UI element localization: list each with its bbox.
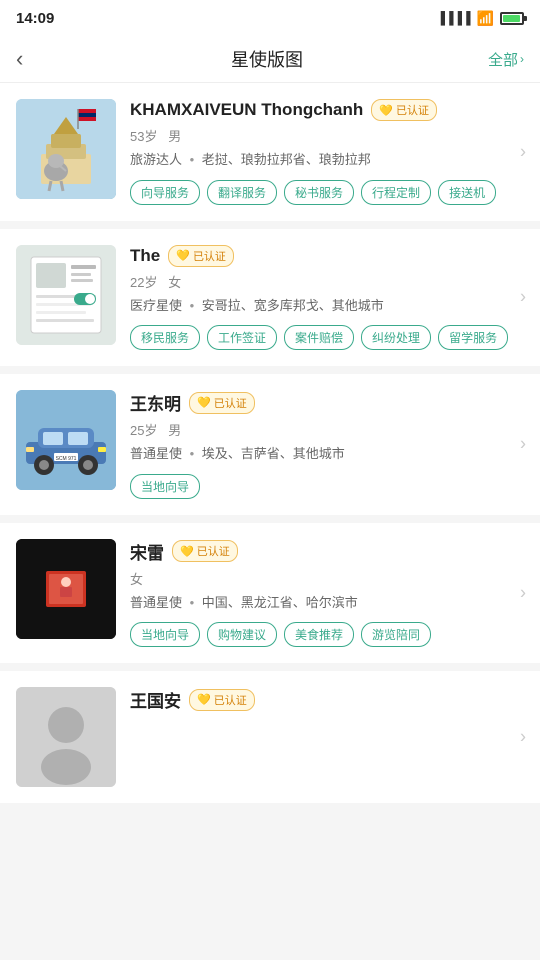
user-name: 王东明 (130, 390, 181, 415)
avatar: SCM 971 (16, 390, 116, 490)
tag: 翻译服务 (207, 180, 277, 205)
verified-icon: 💛 (180, 545, 194, 558)
tag: 当地向导 (130, 474, 200, 499)
user-info: 53岁 男 (130, 126, 524, 145)
tag-list: 当地向导 购物建议 美食推荐 游览陪同 (130, 622, 524, 647)
user-name: 宋雷 (130, 539, 164, 564)
verified-label: 已认证 (193, 248, 226, 264)
user-name: The (130, 246, 160, 266)
name-row: 宋雷 💛 已认证 (130, 539, 524, 564)
verified-icon: 💛 (379, 104, 393, 117)
svg-text:SCM 971: SCM 971 (56, 456, 77, 462)
page-title: 星使版图 (231, 46, 303, 72)
tag: 接送机 (438, 180, 496, 205)
card-content: 王东明 💛 已认证 25岁 男 普通星使 • 埃及、吉萨省、其他城市 当地向导 (130, 390, 524, 499)
header-right-label: 全部 (488, 49, 518, 70)
card-content: The 💛 已认证 22岁 女 医疗星使 • 安哥拉、宽多库邦戈、其他城市 移民… (130, 245, 524, 351)
name-row: 王东明 💛 已认证 (130, 390, 524, 415)
name-row: KHAMXAIVEUN Thongchanh 💛 已认证 (130, 99, 524, 121)
verified-badge: 💛 已认证 (371, 99, 437, 121)
tag-list: 移民服务 工作签证 案件赔偿 纠纷处理 留学服务 (130, 325, 524, 350)
verified-badge: 💛 已认证 (168, 245, 234, 267)
header-right-button[interactable]: 全部 › (488, 49, 524, 70)
verified-label: 已认证 (214, 395, 247, 411)
user-desc: 旅游达人 • 老挝、琅勃拉邦省、琅勃拉邦 (130, 150, 524, 170)
user-info: 22岁 女 (130, 272, 524, 291)
user-desc: 普通星使 • 埃及、吉萨省、其他城市 (130, 444, 524, 464)
list-item[interactable]: 宋雷 💛 已认证 女 普通星使 • 中国、黑龙江省、哈尔滨市 当地向导 购物建议… (0, 523, 540, 664)
user-info: 女 (130, 569, 524, 588)
status-bar: 14:09 ▐▐▐▐ 📶 (0, 0, 540, 36)
verified-icon: 💛 (197, 693, 211, 706)
card-content: 宋雷 💛 已认证 女 普通星使 • 中国、黑龙江省、哈尔滨市 当地向导 购物建议… (130, 539, 524, 648)
avatar (16, 99, 116, 199)
user-desc: 医疗星使 • 安哥拉、宽多库邦戈、其他城市 (130, 296, 524, 316)
avatar (16, 687, 116, 787)
user-desc: 普通星使 • 中国、黑龙江省、哈尔滨市 (130, 593, 524, 613)
card-list: KHAMXAIVEUN Thongchanh 💛 已认证 53岁 男 旅游达人 … (0, 83, 540, 803)
chevron-right-icon: › (520, 434, 526, 455)
status-icons: ▐▐▐▐ 📶 (437, 10, 524, 27)
tag: 当地向导 (130, 622, 200, 647)
chevron-right-icon: › (520, 141, 526, 162)
card-content: KHAMXAIVEUN Thongchanh 💛 已认证 53岁 男 旅游达人 … (130, 99, 524, 205)
tag: 购物建议 (207, 622, 277, 647)
header: ‹ 星使版图 全部 › (0, 36, 540, 83)
verified-label: 已认证 (396, 102, 429, 118)
tag-list: 当地向导 (130, 474, 524, 499)
chevron-right-icon: › (520, 582, 526, 603)
name-row: The 💛 已认证 (130, 245, 524, 267)
tag: 纠纷处理 (361, 325, 431, 350)
chevron-right-icon: › (520, 52, 524, 66)
verified-icon: 💛 (197, 396, 211, 409)
status-time: 14:09 (16, 10, 54, 27)
verified-badge: 💛 已认证 (172, 540, 238, 562)
list-item[interactable]: 王国安 💛 已认证 › (0, 671, 540, 803)
tag-list: 向导服务 翻译服务 秘书服务 行程定制 接送机 (130, 180, 524, 205)
chevron-right-icon: › (520, 727, 526, 748)
list-item[interactable]: KHAMXAIVEUN Thongchanh 💛 已认证 53岁 男 旅游达人 … (0, 83, 540, 221)
tag: 美食推荐 (284, 622, 354, 647)
verified-icon: 💛 (176, 249, 190, 262)
user-info: 25岁 男 (130, 420, 524, 439)
tag: 秘书服务 (284, 180, 354, 205)
verified-badge: 💛 已认证 (189, 689, 255, 711)
tag: 行程定制 (361, 180, 431, 205)
verified-label: 已认证 (214, 692, 247, 708)
back-button[interactable]: ‹ (16, 46, 46, 72)
user-name: KHAMXAIVEUN Thongchanh (130, 100, 363, 120)
list-item[interactable]: SCM 971 王东明 💛 已认证 25岁 男 普通星使 • 埃及、吉萨省、其他… (0, 374, 540, 515)
verified-badge: 💛 已认证 (189, 392, 255, 414)
tag: 工作签证 (207, 325, 277, 350)
list-item[interactable]: The 💛 已认证 22岁 女 医疗星使 • 安哥拉、宽多库邦戈、其他城市 移民… (0, 229, 540, 367)
tag: 案件赔偿 (284, 325, 354, 350)
name-row: 王国安 💛 已认证 (130, 687, 524, 712)
avatar (16, 245, 116, 345)
tag: 游览陪同 (361, 622, 431, 647)
battery-icon (500, 12, 524, 25)
signal-icon: ▐▐▐▐ (437, 11, 471, 25)
tag: 留学服务 (438, 325, 508, 350)
user-name: 王国安 (130, 687, 181, 712)
wifi-icon: 📶 (477, 10, 494, 27)
avatar (16, 539, 116, 639)
chevron-right-icon: › (520, 287, 526, 308)
card-content: 王国安 💛 已认证 (130, 687, 524, 787)
tag: 向导服务 (130, 180, 200, 205)
verified-label: 已认证 (197, 543, 230, 559)
tag: 移民服务 (130, 325, 200, 350)
